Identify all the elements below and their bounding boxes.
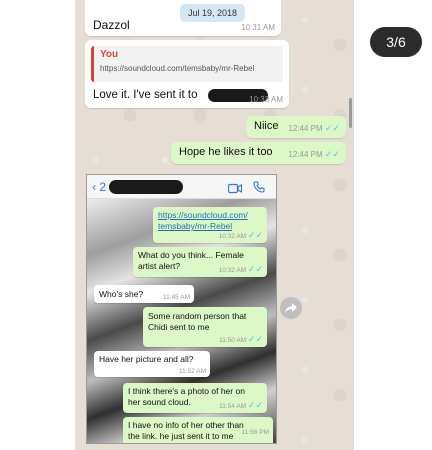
message-text: Some random person that — [148, 311, 247, 321]
message-text: Who's she? — [99, 289, 144, 299]
read-ticks-icon: ✓✓ — [247, 400, 263, 410]
read-ticks-icon: ✓✓ — [324, 123, 340, 133]
shared-screenshot-image[interactable]: ‹ 2 https://soundcloud.com/ temsbaby/mr-… — [86, 174, 277, 444]
message-text: Chidi sent to me — [148, 322, 210, 332]
viewer-stage: 3/6 Dazzol 10:31 AM Jul 19, 2018 You htt… — [0, 0, 432, 450]
inner-chat-header: ‹ 2 — [87, 175, 276, 199]
quoted-message[interactable]: You https://soundcloud.com/temsbaby/mr-R… — [91, 46, 283, 82]
message-outgoing: Niice 12:44 PM ✓✓ — [246, 116, 346, 138]
inner-message-outgoing: https://soundcloud.com/ temsbaby/mr-Rebe… — [153, 207, 267, 243]
inner-message-incoming: Have her picture and all? 11:52 AM — [94, 351, 210, 377]
reply-message: You https://soundcloud.com/temsbaby/mr-R… — [85, 40, 289, 108]
message-text: Dazzol — [93, 18, 130, 32]
message-text: Love it. I've sent it to — [93, 89, 198, 101]
quote-text: https://soundcloud.com/temsbaby/mr-Rebel — [100, 64, 255, 73]
message-text: What do you think... Female — [138, 250, 244, 260]
forward-share-icon[interactable] — [280, 297, 302, 319]
message-time: 12:44 PM ✓✓ — [288, 123, 340, 133]
inner-message-incoming: Who's she? 11:45 AM — [94, 285, 194, 303]
message-text: the link. he just sent it to me — [128, 431, 234, 441]
quote-author: You — [100, 49, 119, 60]
video-icon[interactable] — [227, 181, 243, 194]
inner-message-outgoing: I think there's a photo of her on her so… — [123, 383, 267, 413]
back-button[interactable]: ‹ 2 — [92, 180, 106, 194]
message-time: 10:31 AM — [241, 23, 275, 32]
message-time: 10:33 AM — [249, 95, 283, 104]
message-outgoing: Hope he likes it too 12:44 PM ✓✓ — [171, 142, 346, 164]
message-time: 12:44 PM ✓✓ — [288, 149, 340, 159]
inner-message-outgoing: What do you think... Female artist alert… — [133, 247, 267, 277]
message-text: Have her picture and all? — [99, 354, 194, 364]
message-text: I have no info of her other than — [128, 420, 244, 430]
message-text: Niice — [254, 120, 279, 132]
phone-icon[interactable] — [253, 180, 265, 193]
message-text: her sound cloud. — [128, 397, 191, 407]
redacted-contact-name — [109, 180, 183, 194]
read-ticks-icon: ✓✓ — [247, 264, 263, 274]
soundcloud-link[interactable]: https://soundcloud.com/ — [158, 210, 248, 220]
image-counter: 3/6 — [370, 27, 422, 57]
message-text: I think there's a photo of her on — [128, 386, 245, 396]
scrollbar[interactable] — [349, 98, 352, 128]
date-pill: Jul 19, 2018 — [180, 4, 246, 22]
message-text: Hope he likes it too — [179, 146, 273, 158]
read-ticks-icon: ✓✓ — [247, 334, 263, 344]
read-ticks-icon: ✓✓ — [324, 149, 340, 159]
read-ticks-icon: ✓✓ — [247, 230, 263, 240]
inner-message-outgoing: Some random person that Chidi sent to me… — [143, 307, 267, 347]
message-text: artist alert? — [138, 261, 181, 271]
inner-message-outgoing: I have no info of her other than the lin… — [123, 417, 273, 443]
